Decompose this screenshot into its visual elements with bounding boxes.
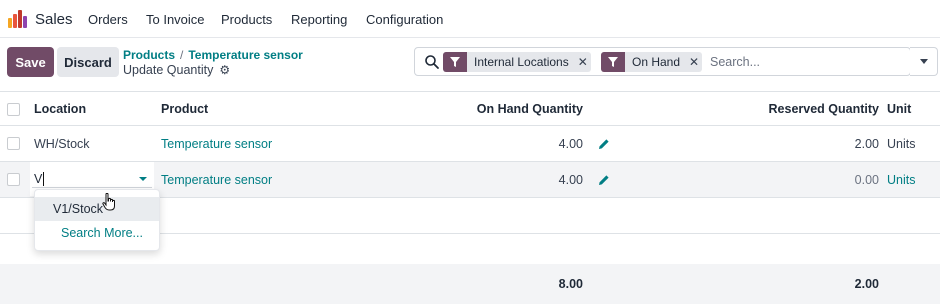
menu-configuration[interactable]: Configuration [366, 12, 443, 27]
search-input[interactable] [710, 52, 900, 72]
pencil-icon[interactable] [598, 174, 610, 186]
cell-product[interactable]: Temperature sensor [161, 162, 272, 197]
menu-products[interactable]: Products [221, 12, 272, 27]
close-icon[interactable]: ✕ [575, 52, 591, 72]
header-location[interactable]: Location [34, 92, 86, 125]
close-icon[interactable]: ✕ [686, 52, 702, 72]
row-checkbox[interactable] [7, 137, 20, 150]
menu-orders[interactable]: Orders [88, 12, 128, 27]
select-all-checkbox[interactable] [7, 103, 20, 116]
header-reserved[interactable]: Reserved Quantity [720, 92, 879, 125]
cell-product[interactable]: Temperature sensor [161, 126, 272, 161]
cell-reserved: 2.00 [854, 136, 879, 151]
location-autocomplete-dropdown: V1/Stock Search More... [34, 189, 160, 251]
page-subtitle: Update Quantity [123, 63, 214, 77]
search-icon[interactable] [424, 54, 440, 70]
input-underline [32, 187, 152, 188]
filter-icon [601, 52, 625, 72]
hand-cursor-icon [102, 193, 115, 211]
app-logo-icon[interactable] [8, 10, 27, 28]
facet-internal-locations: Internal Locations ✕ [443, 52, 591, 72]
discard-button[interactable]: Discard [57, 47, 119, 77]
total-reserved: 2.00 [854, 277, 879, 291]
breadcrumb-current[interactable]: Temperature sensor [188, 48, 303, 62]
menu-reporting[interactable]: Reporting [291, 12, 347, 27]
breadcrumb-separator: / [180, 48, 184, 62]
breadcrumb-parent[interactable]: Products [123, 48, 175, 62]
cell-on-hand[interactable]: 4.00 [480, 126, 583, 161]
app-name[interactable]: Sales [35, 11, 73, 28]
dropdown-option[interactable]: V1/Stock [35, 197, 159, 221]
search-more-link[interactable]: Search More... [35, 221, 159, 245]
table-row[interactable]: WH/Stock Temperature sensor 4.00 2.00 Un… [0, 126, 940, 162]
cell-location[interactable]: WH/Stock [34, 126, 90, 161]
location-input-value[interactable]: V [34, 172, 42, 186]
cell-reserved: 0.00 [854, 172, 879, 187]
caret-down-icon [919, 59, 928, 64]
facet-label: Internal Locations [474, 55, 569, 69]
header-on-hand[interactable]: On Hand Quantity [430, 92, 583, 125]
header-product[interactable]: Product [161, 92, 208, 125]
cell-unit[interactable]: Units [887, 162, 915, 197]
table-header: Location Product On Hand Quantity Reserv… [0, 91, 940, 126]
table-footer: 8.00 2.00 [0, 264, 940, 304]
breadcrumb: Products / Temperature sensor [123, 48, 303, 62]
cell-on-hand[interactable]: 4.00 [480, 162, 583, 197]
pencil-icon[interactable] [598, 138, 610, 150]
top-navbar: Sales Orders To Invoice Products Reporti… [0, 0, 940, 38]
menu-to-invoice[interactable]: To Invoice [146, 12, 205, 27]
dropdown-caret-icon[interactable] [139, 177, 147, 181]
search-bar[interactable]: Internal Locations ✕ On Hand ✕ [414, 47, 911, 76]
gear-icon[interactable]: ⚙ [219, 63, 230, 77]
facet-on-hand: On Hand ✕ [601, 52, 703, 72]
facet-label: On Hand [632, 55, 681, 69]
text-cursor [43, 172, 45, 186]
search-options-toggle[interactable] [910, 47, 938, 76]
page-title: Update Quantity ⚙ [123, 63, 230, 77]
total-on-hand: 8.00 [558, 277, 583, 291]
row-checkbox[interactable] [7, 173, 20, 186]
cell-unit: Units [887, 136, 916, 151]
filter-icon [443, 52, 467, 72]
header-unit[interactable]: Unit [887, 92, 911, 125]
save-button[interactable]: Save [7, 47, 54, 77]
